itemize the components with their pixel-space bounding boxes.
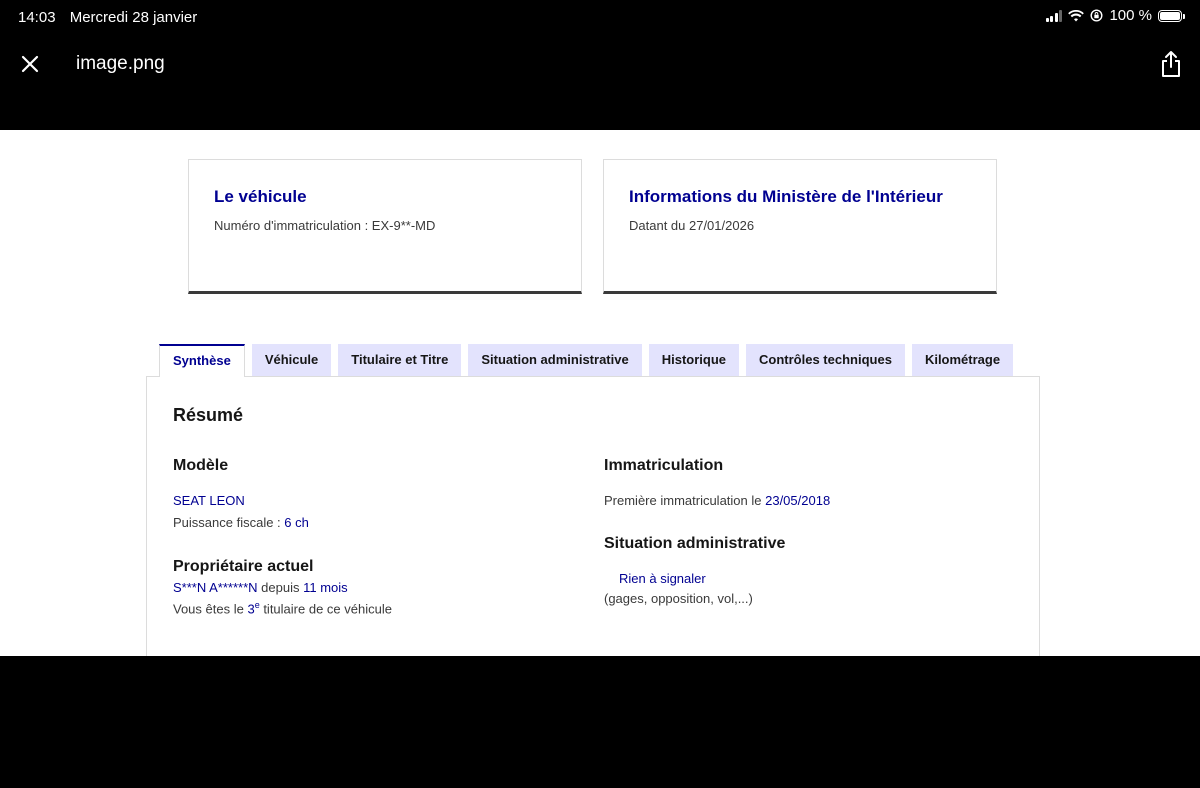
vehicle-card-title: Le véhicule [214, 187, 307, 206]
ministry-date: Datant du 27/01/2026 [629, 218, 755, 233]
fiscal-power-label: Puissance fiscale : [173, 515, 285, 530]
owner-line: S***N A******N depuis 11 mois [173, 580, 348, 595]
tab-vehicule[interactable]: Véhicule [251, 344, 332, 376]
admin-note: (gages, opposition, vol,...) [604, 591, 753, 606]
first-registration: Première immatriculation le 23/05/2018 [604, 493, 830, 508]
document-content: Le véhicule Numéro d'immatriculation : E… [0, 130, 1200, 656]
owner-name: S***N A******N [173, 580, 258, 595]
viewer-header: image.png [0, 34, 1200, 94]
holder-rank: 3 [247, 601, 255, 617]
registration-number: Numéro d'immatriculation : EX-9**-MD [214, 218, 436, 233]
tab-titulaire-titre[interactable]: Titulaire et Titre [338, 344, 462, 376]
status-date: Mercredi 28 janvier [69, 9, 198, 26]
model-name: SEAT LEON [173, 493, 245, 508]
owner-heading: Propriétaire actuel [173, 558, 314, 575]
close-icon[interactable] [18, 52, 42, 76]
wifi-icon [1068, 9, 1085, 21]
status-bar: 14:03 Mercredi 28 janvier 100 % [0, 0, 1200, 34]
ministry-card: Informations du Ministère de l'Intérieur… [603, 159, 997, 294]
tab-kilometrage[interactable]: Kilométrage [911, 344, 1014, 376]
ministry-card-title: Informations du Ministère de l'Intérieur [629, 187, 943, 206]
share-icon[interactable] [1158, 50, 1184, 78]
holder-prefix: Vous êtes le [173, 601, 248, 617]
holder-suffix: titulaire de ce véhicule [259, 601, 392, 617]
summary-title: Résumé [173, 405, 244, 425]
fiscal-power-value: 6 ch [284, 515, 309, 530]
owner-since-value: 11 mois [303, 580, 348, 595]
holder-line: Vous êtes le 3e titulaire de ce véhicule [173, 600, 392, 616]
tab-bar: Synthèse Véhicule Titulaire et Titre Sit… [159, 344, 1014, 377]
registration-heading: Immatriculation [604, 457, 724, 474]
model-heading: Modèle [173, 457, 229, 474]
tab-controles-techniques[interactable]: Contrôles techniques [746, 344, 905, 376]
battery-percentage: 100 % [1109, 7, 1152, 24]
battery-icon [1158, 9, 1185, 22]
first-registration-date: 23/05/2018 [765, 493, 831, 508]
battery-fill [1160, 11, 1180, 20]
tab-synthese[interactable]: Synthèse [159, 344, 245, 377]
tab-historique[interactable]: Historique [648, 344, 740, 376]
vehicle-card: Le véhicule Numéro d'immatriculation : E… [188, 159, 582, 294]
orientation-lock-icon [1090, 9, 1103, 22]
admin-heading: Situation administrative [604, 535, 786, 552]
signal-icon [1045, 9, 1063, 22]
file-name: image.png [76, 53, 165, 74]
admin-status: Rien à signaler [619, 571, 706, 586]
owner-since-label: depuis [257, 580, 304, 595]
tab-situation-administrative[interactable]: Situation administrative [468, 344, 642, 376]
status-right: 100 % [1045, 7, 1185, 24]
status-time: 14:03 [18, 9, 56, 26]
fiscal-power: Puissance fiscale : 6 ch [173, 515, 309, 530]
summary-panel: Résumé Modèle SEAT LEON Puissance fiscal… [146, 376, 1040, 656]
status-left: 14:03 Mercredi 28 janvier [18, 9, 197, 26]
first-registration-label: Première immatriculation le [604, 493, 766, 508]
